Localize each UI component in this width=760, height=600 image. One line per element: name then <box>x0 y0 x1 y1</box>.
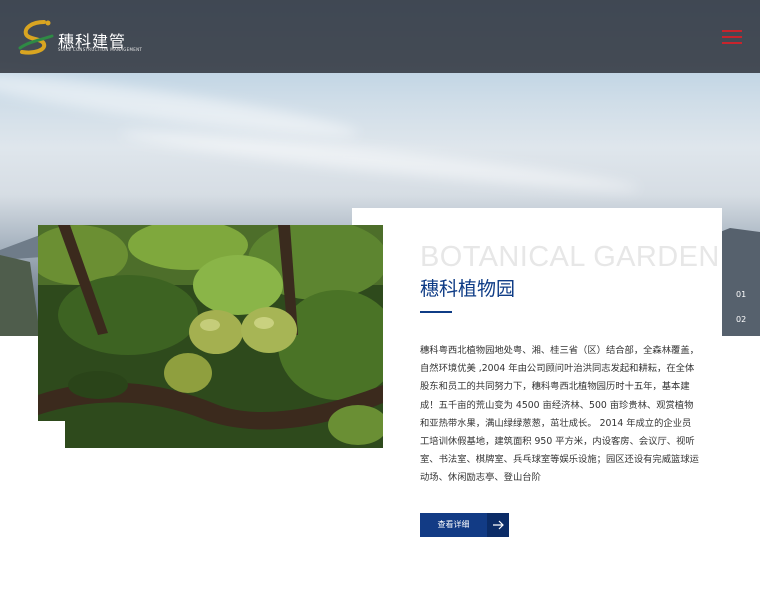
arrow-right-icon <box>487 513 509 537</box>
section-title-cn: 穗科植物园 <box>420 278 516 300</box>
logo-subtext: SUIKE CONSTRUCTION MANAGEMENT <box>58 47 143 52</box>
menu-button[interactable] <box>722 30 742 44</box>
title-divider <box>420 311 452 313</box>
feature-photo <box>38 225 383 448</box>
hamburger-icon <box>722 36 742 38</box>
logo-mark-icon <box>18 20 54 55</box>
slide-indicator-01[interactable]: 01 <box>736 290 746 299</box>
logo[interactable]: 穗科建管 SUIKE CONSTRUCTION MANAGEMENT <box>18 18 142 58</box>
photo-corner-cut <box>38 421 65 448</box>
site-header: 穗科建管 SUIKE CONSTRUCTION MANAGEMENT <box>0 0 760 73</box>
fruit-tree-image <box>38 225 383 448</box>
section-title-en: BOTANICAL GARDEN <box>420 241 720 273</box>
slide-indicator-02[interactable]: 02 <box>736 315 746 324</box>
view-details-button[interactable]: 查看详细 <box>420 513 509 537</box>
hamburger-icon <box>722 30 742 32</box>
page: 穗科建管 SUIKE CONSTRUCTION MANAGEMENT BOTAN… <box>0 0 760 600</box>
view-details-label: 查看详细 <box>437 520 470 529</box>
section-description: 穗科粤西北植物园地处粤、湘、桂三省（区）结合部，全森林覆盖，自然环境优美 ,20… <box>420 345 699 484</box>
hamburger-icon <box>722 42 742 44</box>
